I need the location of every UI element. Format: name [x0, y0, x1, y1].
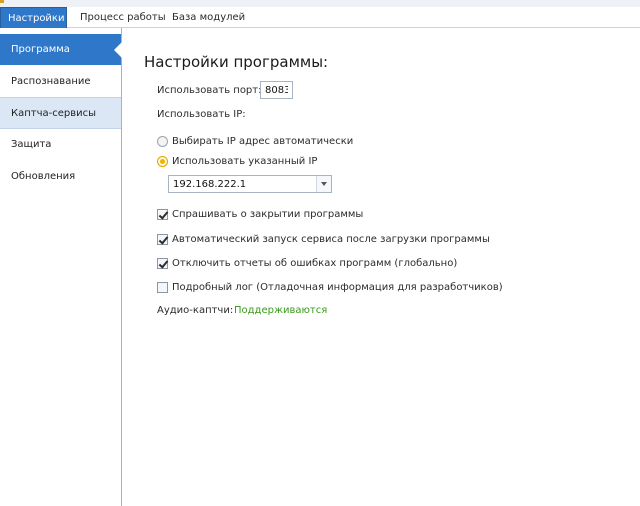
window-title-strip: [0, 0, 640, 7]
radio-label: Выбирать IP адрес автоматически: [172, 135, 354, 147]
port-input[interactable]: [260, 81, 293, 99]
page-title: Настройки программы:: [144, 53, 329, 71]
tab-settings[interactable]: Настройки: [0, 7, 67, 28]
radio-button[interactable]: [157, 155, 168, 167]
checkbox[interactable]: [157, 257, 168, 269]
checkbox-label: Автоматический запуск сервиса после загр…: [172, 233, 490, 245]
sidebar: Программа Распознавание Каптча-сервисы З…: [0, 28, 122, 506]
app-icon-fragment: [0, 0, 4, 3]
checkbox-disable-error-reports[interactable]: Отключить отчеты об ошибках программ (гл…: [157, 255, 457, 271]
tab-workflow[interactable]: Процесс работы: [73, 7, 173, 28]
radio-button[interactable]: [157, 135, 168, 147]
sidebar-item-label: Защита: [11, 139, 52, 150]
ip-address-value: 192.168.222.1: [173, 178, 247, 190]
selection-arrow-icon: [114, 42, 122, 58]
checkbox-verbose-log[interactable]: Подробный лог (Отладочная информация для…: [157, 279, 503, 295]
audio-captcha-label: Аудио-каптчи:: [157, 305, 234, 316]
checkbox[interactable]: [157, 233, 168, 245]
checkbox-label: Спрашивать о закрытии программы: [172, 208, 364, 220]
checkbox-label: Отключить отчеты об ошибках программ (гл…: [172, 257, 458, 269]
settings-panel: Настройки программы: Использовать порт: …: [123, 28, 640, 506]
tab-bar: Настройки Процесс работы База модулей: [0, 7, 640, 28]
checkbox-confirm-exit[interactable]: Спрашивать о закрытии программы: [157, 206, 363, 222]
checkbox-label: Подробный лог (Отладочная информация для…: [172, 281, 503, 293]
ip-label: Использовать IP:: [157, 109, 246, 120]
radio-ip-custom[interactable]: Использовать указанный IP: [157, 153, 317, 169]
sidebar-item-protection[interactable]: Защита: [0, 129, 121, 161]
radio-label: Использовать указанный IP: [172, 155, 318, 167]
sidebar-item-label: Каптча-сервисы: [11, 108, 97, 119]
checkbox[interactable]: [157, 208, 168, 220]
sidebar-item-label: Программа: [11, 44, 70, 55]
sidebar-item-captcha-services[interactable]: Каптча-сервисы: [0, 97, 121, 129]
sidebar-item-updates[interactable]: Обновления: [0, 161, 121, 193]
sidebar-item-recognition[interactable]: Распознавание: [0, 66, 121, 98]
ip-address-select[interactable]: 192.168.222.1: [168, 175, 332, 193]
radio-ip-auto[interactable]: Выбирать IP адрес автоматически: [157, 133, 353, 149]
tab-modules[interactable]: База модулей: [165, 7, 252, 28]
sidebar-item-label: Обновления: [11, 171, 76, 182]
audio-captcha-status: Поддерживаются: [234, 305, 328, 316]
sidebar-item-program[interactable]: Программа: [0, 34, 122, 66]
sidebar-item-label: Распознавание: [11, 76, 91, 87]
chevron-down-icon[interactable]: [316, 176, 331, 192]
port-label: Использовать порт:: [157, 85, 262, 96]
checkbox-autostart-service[interactable]: Автоматический запуск сервиса после загр…: [157, 231, 490, 247]
checkbox[interactable]: [157, 281, 168, 293]
